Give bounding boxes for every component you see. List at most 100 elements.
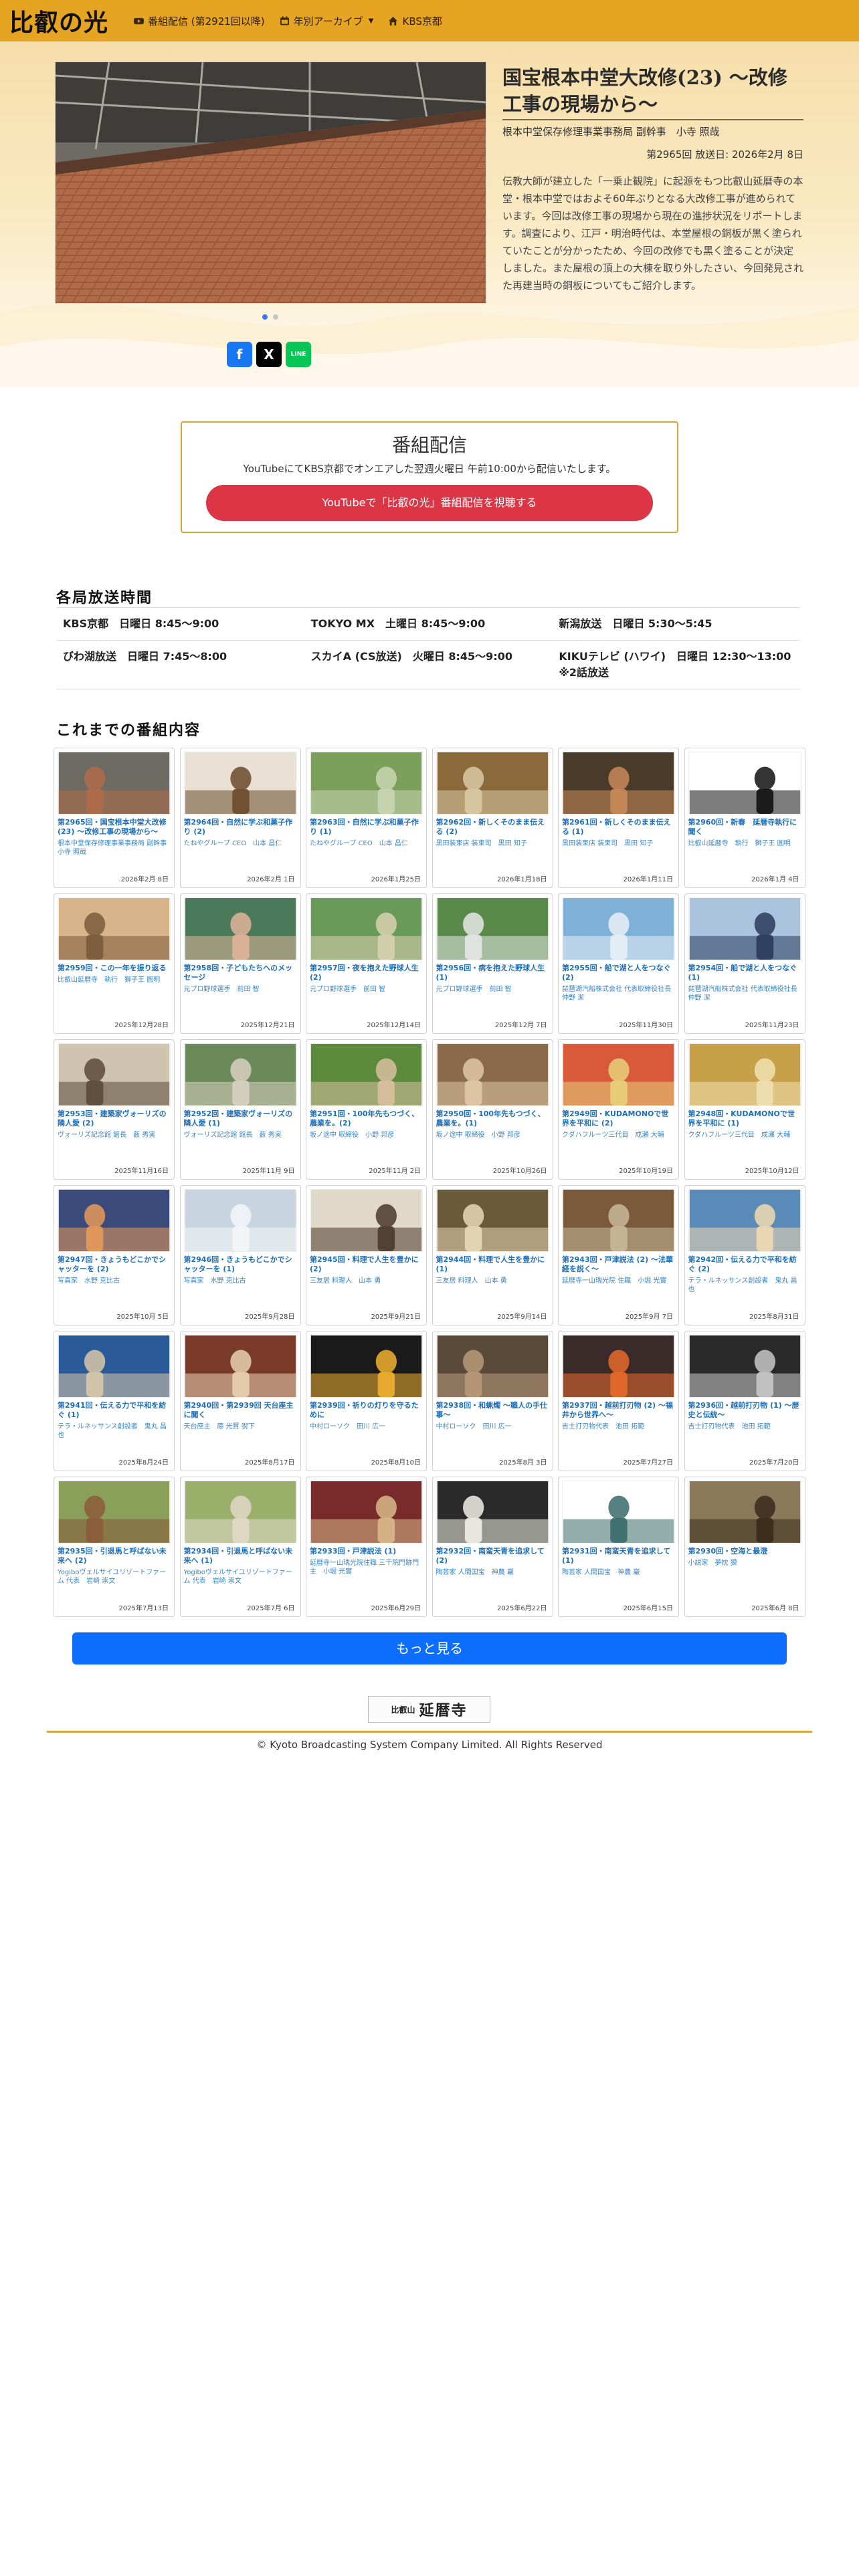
episode-thumbnail[interactable] (688, 1481, 801, 1543)
episode-title[interactable]: 第2960回・新春 延暦寺執行に聞く (688, 818, 801, 837)
episode-thumbnail[interactable] (562, 897, 675, 960)
episode-card[interactable]: 第2950回・100年先もつづく、農業を。(1) 坂ノ途中 取締役 小野 邦彦 20… (432, 1039, 553, 1180)
episode-card[interactable]: 第2933回・戸津説法 (1) 延暦寺一山瑞光院住職 三千院門跡門主 小堀 光實 2… (306, 1477, 427, 1617)
episode-card[interactable]: 第2948回・KUDAMONOで世界を平和に (1) クダハフルーツ三代目 成瀬 … (684, 1039, 805, 1180)
episode-title[interactable]: 第2950回・100年先もつづく、農業を。(1) (436, 1109, 549, 1128)
episode-card[interactable]: 第2931回・南蛮天青を追求して (1) 陶芸家 人間国宝 神農 巖 2025年6月… (558, 1477, 679, 1617)
episode-card[interactable]: 第2953回・建築家ヴォーリズの隣人愛 (2) ヴォーリズ記念館 館長 薮 秀実 2… (54, 1039, 175, 1180)
episode-card[interactable]: 第2946回・きょうもどこかでシャッターを (1) 写真家 水野 克比古 2025年… (179, 1185, 301, 1325)
watch-youtube-button[interactable]: YouTubeで「比叡の光」番組配信を視聴する (206, 485, 653, 521)
episode-title[interactable]: 第2949回・KUDAMONOで世界を平和に (2) (562, 1109, 675, 1128)
episode-thumbnail[interactable] (688, 1043, 801, 1106)
episode-card[interactable]: 第2956回・病を抱えた野球人生 (1) 元プロ野球選手 前田 智 2025年12月… (432, 893, 553, 1034)
episode-thumbnail[interactable] (183, 752, 297, 815)
episode-card[interactable]: 第2951回・100年先もつづく、農業を。(2) 坂ノ途中 取締役 小野 邦彦 20… (306, 1039, 427, 1180)
episode-title[interactable]: 第2942回・伝える力で平和を紡ぐ (2) (688, 1255, 801, 1274)
episode-title[interactable]: 第2938回・和蝋燭 〜職人の手仕事〜 (436, 1401, 549, 1420)
episode-thumbnail[interactable] (436, 1189, 549, 1252)
episode-title[interactable]: 第2957回・夜を抱えた野球人生 (2) (310, 964, 423, 982)
episode-title[interactable]: 第2934回・引退馬と呼ばない未来へ (1) (184, 1547, 297, 1566)
episode-title[interactable]: 第2932回・南蛮天青を追求して (2) (436, 1547, 549, 1566)
episode-card[interactable]: 第2943回・戸津説法 (2) 〜法華経を説く〜 延暦寺一山瑞光院 住職 小堀 光… (558, 1185, 679, 1325)
episode-card[interactable]: 第2955回・船で湖と人をつなぐ (2) 琵琶湖汽船株式会社 代表取締役社長 仲野… (558, 893, 679, 1034)
episode-card[interactable]: 第2952回・建築家ヴォーリズの隣人愛 (1) ヴォーリズ記念館 館長 薮 秀実 2… (179, 1039, 301, 1180)
episode-card[interactable]: 第2945回・料理で人生を豊かに (2) 三友居 料理人 山本 勇 2025年9月2… (306, 1185, 427, 1325)
episode-title[interactable]: 第2943回・戸津説法 (2) 〜法華経を説く〜 (562, 1255, 675, 1274)
episode-card[interactable]: 第2937回・越前打刃物 (2) 〜福井から世界へ〜 吉士打刃物代表 池田 拓範 2… (558, 1331, 679, 1471)
episode-card[interactable]: 第2949回・KUDAMONOで世界を平和に (2) クダハフルーツ三代目 成瀬 … (558, 1039, 679, 1180)
episode-card[interactable]: 第2957回・夜を抱えた野球人生 (2) 元プロ野球選手 前田 智 2025年12月… (306, 893, 427, 1034)
episode-thumbnail[interactable] (58, 1335, 171, 1398)
episode-thumbnail[interactable] (58, 897, 171, 960)
x-share-button[interactable]: X (256, 342, 282, 367)
episode-card[interactable]: 第2938回・和蝋燭 〜職人の手仕事〜 中村ローソク 田川 広一 2025年8月 3… (432, 1331, 553, 1471)
episode-title[interactable]: 第2952回・建築家ヴォーリズの隣人愛 (1) (184, 1109, 297, 1128)
site-brand[interactable]: 比叡の光 (9, 3, 108, 38)
hero-carousel-image[interactable] (55, 62, 486, 304)
episode-thumbnail[interactable] (310, 1043, 423, 1106)
episode-thumbnail[interactable] (183, 1189, 297, 1252)
episode-thumbnail[interactable] (310, 1189, 423, 1252)
episode-title[interactable]: 第2944回・料理で人生を豊かに (1) (436, 1255, 549, 1274)
episode-title[interactable]: 第2937回・越前打刃物 (2) 〜福井から世界へ〜 (562, 1401, 675, 1420)
episode-thumbnail[interactable] (436, 1043, 549, 1106)
episode-card[interactable]: 第2940回・第2939回 天台座主に聞く 天台座主 藤 光賢 猊下 2025年8月… (179, 1331, 301, 1471)
episode-card[interactable]: 第2959回・この一年を振り返る 比叡山延暦寺 執行 獅子王 圓明 2025年12月… (54, 893, 175, 1034)
episode-card[interactable]: 第2941回・伝える力で平和を紡ぐ (1) テラ・ルネッサンス創設者 鬼丸 昌也 2… (54, 1331, 175, 1471)
episode-title[interactable]: 第2933回・戸津説法 (1) (310, 1547, 423, 1556)
episode-title[interactable]: 第2961回・新しくそのまま伝える (1) (562, 818, 675, 837)
episode-title[interactable]: 第2939回・祈りの灯りを守るために (310, 1401, 423, 1420)
episode-thumbnail[interactable] (688, 752, 801, 815)
episode-thumbnail[interactable] (688, 1335, 801, 1398)
episode-title[interactable]: 第2946回・きょうもどこかでシャッターを (1) (184, 1255, 297, 1274)
episode-thumbnail[interactable] (58, 1189, 171, 1252)
episode-thumbnail[interactable] (183, 1335, 297, 1398)
episode-thumbnail[interactable] (58, 1481, 171, 1543)
episode-thumbnail[interactable] (436, 1481, 549, 1543)
enryakuji-logo[interactable]: 比叡山 延暦寺 (368, 1696, 490, 1723)
episode-card[interactable]: 第2947回・きょうもどこかでシャッターを (2) 写真家 水野 克比古 2025年… (54, 1185, 175, 1325)
episode-title[interactable]: 第2958回・子どもたちへのメッセージ (184, 964, 297, 982)
episode-thumbnail[interactable] (58, 1043, 171, 1106)
episode-card[interactable]: 第2961回・新しくそのまま伝える (1) 黒田装束店 装束司 黒田 知子 2026… (558, 748, 679, 888)
episode-card[interactable]: 第2962回・新しくそのまま伝える (2) 黒田装束店 装束司 黒田 知子 2026… (432, 748, 553, 888)
episode-thumbnail[interactable] (183, 1043, 297, 1106)
episode-title[interactable]: 第2945回・料理で人生を豊かに (2) (310, 1255, 423, 1274)
episode-card[interactable]: 第2965回・国宝根本中堂大改修(23) 〜改修工事の現場から〜 根本中堂保存修理… (54, 748, 175, 888)
load-more-button[interactable]: もっと見る (72, 1632, 787, 1665)
episode-thumbnail[interactable] (436, 897, 549, 960)
episode-title[interactable]: 第2955回・船で湖と人をつなぐ (2) (562, 964, 675, 982)
episode-thumbnail[interactable] (562, 1481, 675, 1543)
episode-thumbnail[interactable] (562, 1043, 675, 1106)
episode-title[interactable]: 第2963回・自然に学ぶ和菓子作り (1) (310, 818, 423, 837)
episode-thumbnail[interactable] (436, 1335, 549, 1398)
episode-title[interactable]: 第2953回・建築家ヴォーリズの隣人愛 (2) (58, 1109, 171, 1128)
episode-card[interactable]: 第2958回・子どもたちへのメッセージ 元プロ野球選手 前田 智 2025年12月2… (179, 893, 301, 1034)
episode-thumbnail[interactable] (310, 897, 423, 960)
episode-title[interactable]: 第2948回・KUDAMONOで世界を平和に (1) (688, 1109, 801, 1128)
episode-title[interactable]: 第2954回・船で湖と人をつなぐ (1) (688, 964, 801, 982)
episode-thumbnail[interactable] (183, 1481, 297, 1543)
episode-thumbnail[interactable] (562, 1189, 675, 1252)
episode-title[interactable]: 第2947回・きょうもどこかでシャッターを (2) (58, 1255, 171, 1274)
carousel-dot[interactable] (262, 314, 268, 320)
episode-card[interactable]: 第2934回・引退馬と呼ばない未来へ (1) Yogiboヴェルサイユリゾートファ… (179, 1477, 301, 1617)
episode-card[interactable]: 第2963回・自然に学ぶ和菓子作り (1) たねやグループ CEO 山本 昌仁 20… (306, 748, 427, 888)
episode-card[interactable]: 第2960回・新春 延暦寺執行に聞く 比叡山延暦寺 執行 獅子王 圓明 2026年1… (684, 748, 805, 888)
episode-title[interactable]: 第2962回・新しくそのまま伝える (2) (436, 818, 549, 837)
nav-item-stream[interactable]: 番組配信 (第2921回以降) (134, 14, 265, 28)
episode-card[interactable]: 第2939回・祈りの灯りを守るために 中村ローソク 田川 広一 2025年8月10日 (306, 1331, 427, 1471)
episode-title[interactable]: 第2964回・自然に学ぶ和菓子作り (2) (184, 818, 297, 837)
episode-thumbnail[interactable] (562, 752, 675, 815)
episode-card[interactable]: 第2942回・伝える力で平和を紡ぐ (2) テラ・ルネッサンス創設者 鬼丸 昌也 2… (684, 1185, 805, 1325)
episode-thumbnail[interactable] (562, 1335, 675, 1398)
episode-card[interactable]: 第2932回・南蛮天青を追求して (2) 陶芸家 人間国宝 神農 巖 2025年6月… (432, 1477, 553, 1617)
episode-title[interactable]: 第2940回・第2939回 天台座主に聞く (184, 1401, 297, 1420)
episode-title[interactable]: 第2941回・伝える力で平和を紡ぐ (1) (58, 1401, 171, 1420)
episode-title[interactable]: 第2956回・病を抱えた野球人生 (1) (436, 964, 549, 982)
episode-title[interactable]: 第2951回・100年先もつづく、農業を。(2) (310, 1109, 423, 1128)
nav-item-archive[interactable]: 年別アーカイブ ▼ (280, 14, 373, 28)
carousel-dot[interactable] (273, 314, 278, 320)
episode-thumbnail[interactable] (688, 897, 801, 960)
episode-title[interactable]: 第2935回・引退馬と呼ばない未来へ (2) (58, 1547, 171, 1566)
